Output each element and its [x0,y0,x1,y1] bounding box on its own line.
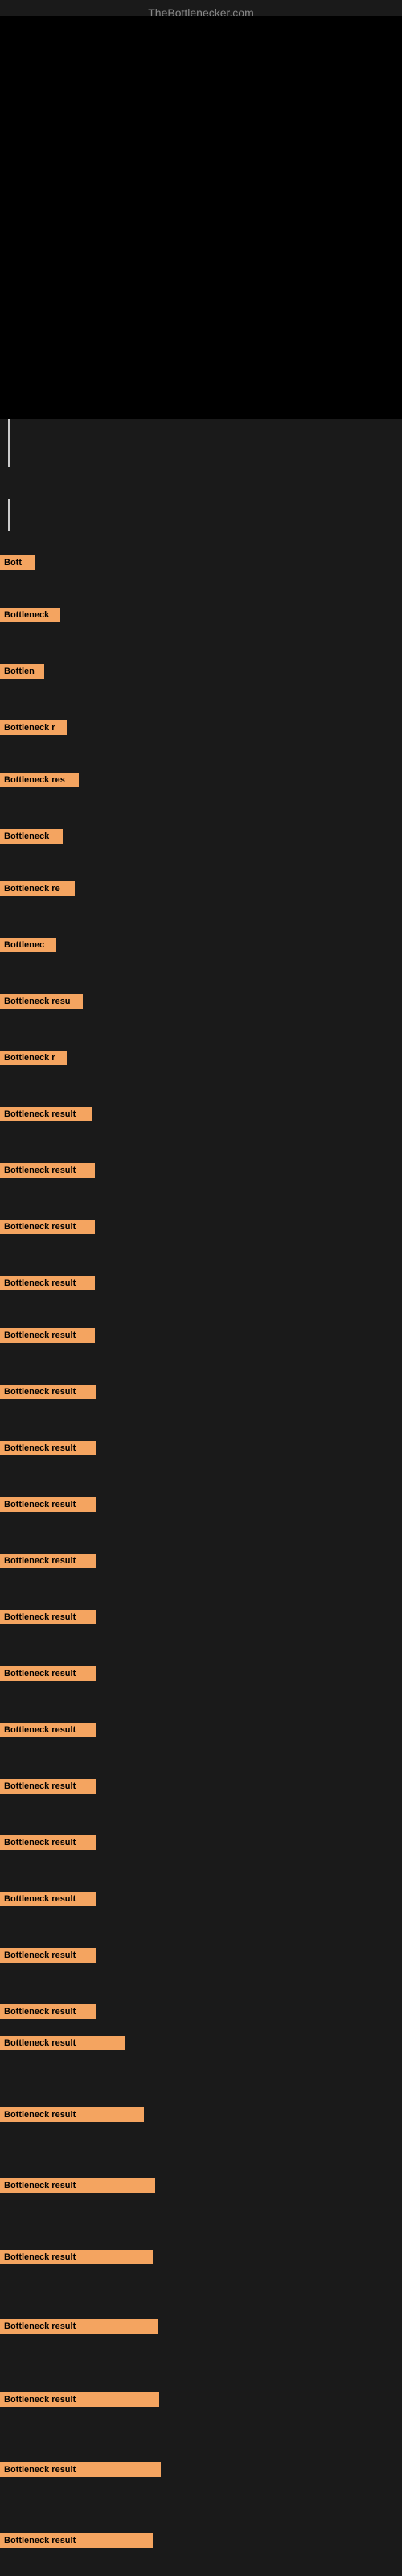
bottleneck-result-item[interactable]: Bottleneck r [0,720,67,735]
bottleneck-result-item[interactable]: Bottleneck result [0,1107,92,1121]
bottleneck-result-item[interactable]: Bottleneck result [0,1835,96,1850]
bottleneck-result-item[interactable]: Bottleneck result [0,1723,96,1737]
bottleneck-result-item[interactable]: Bottleneck res [0,773,79,787]
chart-area [0,16,402,419]
bottleneck-result-item[interactable]: Bottleneck result [0,1610,96,1624]
vertical-line-2 [8,499,10,531]
bottleneck-result-item[interactable]: Bottleneck result [0,2107,144,2122]
bottleneck-result-item[interactable]: Bottleneck result [0,1441,96,1455]
bottleneck-result-item[interactable]: Bottleneck r [0,1051,67,1065]
bottleneck-result-item[interactable]: Bottleneck result [0,2178,155,2193]
bottleneck-result-item[interactable]: Bottleneck result [0,1328,95,1343]
bottleneck-result-item[interactable]: Bottleneck result [0,2036,125,2050]
bottleneck-result-item[interactable]: Bottlen [0,664,44,679]
bottleneck-result-item[interactable]: Bottleneck result [0,2462,161,2477]
bottleneck-result-item[interactable]: Bottleneck result [0,2004,96,2019]
bottleneck-result-item[interactable]: Bottleneck result [0,1163,95,1178]
bottleneck-result-item[interactable]: Bottleneck [0,608,60,622]
bottleneck-result-item[interactable]: Bottleneck result [0,2250,153,2264]
bottleneck-result-item[interactable]: Bottleneck re [0,881,75,896]
bottleneck-result-item[interactable]: Bottleneck result [0,1497,96,1512]
bottleneck-result-item[interactable]: Bottleneck [0,829,63,844]
bottleneck-result-item[interactable]: Bottleneck resu [0,994,83,1009]
bottleneck-result-item[interactable]: Bottlenec [0,938,56,952]
bottleneck-result-item[interactable]: Bottleneck result [0,1892,96,1906]
bottleneck-result-item[interactable]: Bottleneck result [0,1220,95,1234]
bottleneck-result-item[interactable]: Bottleneck result [0,1385,96,1399]
bottleneck-result-item[interactable]: Bottleneck result [0,1554,96,1568]
bottleneck-result-item[interactable]: Bottleneck result [0,1276,95,1290]
vertical-line-1 [8,419,10,467]
bottleneck-result-item[interactable]: Bottleneck result [0,2392,159,2407]
bottleneck-result-item[interactable]: Bottleneck result [0,2319,158,2334]
bottleneck-result-item[interactable]: Bottleneck result [0,2533,153,2548]
bottleneck-result-item[interactable]: Bottleneck result [0,1666,96,1681]
bottleneck-result-item[interactable]: Bottleneck result [0,1779,96,1794]
bottleneck-result-item[interactable]: Bottleneck result [0,1948,96,1963]
bottleneck-result-item[interactable]: Bott [0,555,35,570]
